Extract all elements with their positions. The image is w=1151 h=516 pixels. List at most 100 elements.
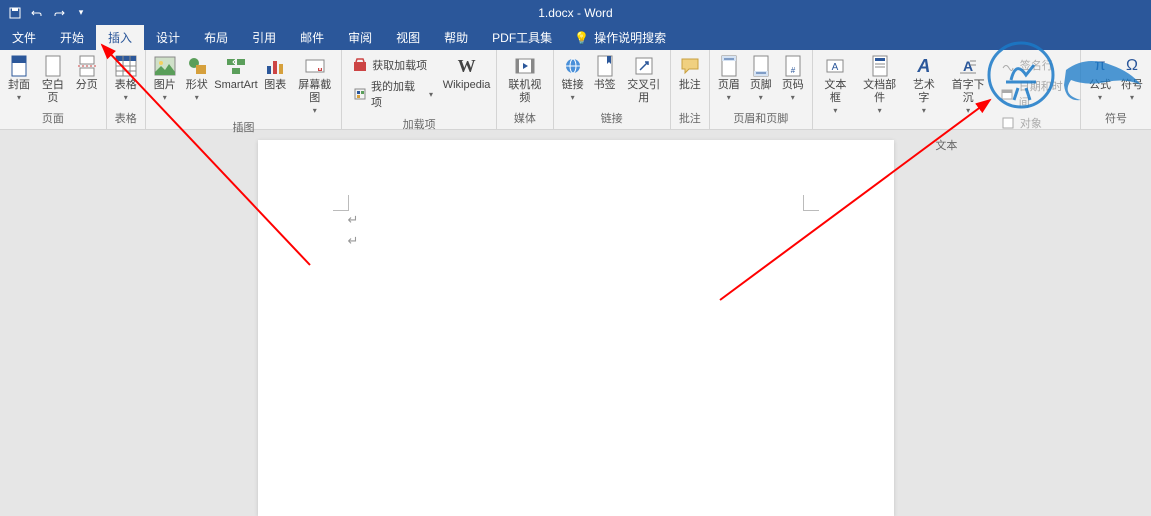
my-addins-button[interactable]: 我的加载项 ▾ — [348, 76, 437, 112]
ribbon-group-illustrations: 图片 ▾ 形状 ▾ SmartArt 图表 — [146, 50, 342, 129]
comment-button[interactable]: 批注 — [675, 53, 705, 108]
save-icon[interactable] — [8, 6, 22, 20]
document-page[interactable]: ↵ ↵ — [258, 140, 894, 516]
tables-group-label: 表格 — [111, 108, 141, 129]
link-button[interactable]: 链接 ▾ — [558, 53, 588, 108]
tab-mailings[interactable]: 邮件 — [288, 25, 336, 50]
pictures-button[interactable]: 图片 ▾ — [150, 53, 180, 117]
bookmark-button[interactable]: 书签 — [590, 53, 620, 108]
datetime-button[interactable]: 日期和时间 — [996, 76, 1074, 112]
pages-group-label: 页面 — [4, 108, 102, 129]
crossref-label: 交叉引用 — [625, 79, 663, 105]
svg-text:A: A — [832, 62, 839, 73]
get-addins-button[interactable]: 获取加载项 — [348, 55, 437, 75]
shapes-button[interactable]: 形状 ▾ — [182, 53, 212, 117]
redo-icon[interactable] — [52, 6, 66, 20]
tab-home[interactable]: 开始 — [48, 25, 96, 50]
tab-review[interactable]: 审阅 — [336, 25, 384, 50]
table-label: 表格 — [115, 79, 137, 92]
crossref-button[interactable]: 交叉引用 — [622, 53, 666, 108]
tab-design[interactable]: 设计 — [144, 25, 192, 50]
chevron-down-icon: ▾ — [833, 106, 837, 115]
header-button[interactable]: 页眉 ▾ — [714, 53, 744, 108]
pagenum-icon: # — [782, 55, 804, 77]
ribbon-group-headerfooter: 页眉 ▾ 页脚 ▾ # 页码 ▾ 页眉和页脚 — [710, 50, 813, 129]
page-break-button[interactable]: 分页 — [72, 53, 102, 108]
table-button[interactable]: 表格 ▾ — [111, 53, 141, 108]
shapes-label: 形状 — [186, 79, 208, 92]
footer-label: 页脚 — [750, 79, 772, 92]
tab-file[interactable]: 文件 — [0, 25, 48, 50]
chart-icon — [264, 55, 286, 77]
store-icon — [352, 57, 368, 73]
illustrations-group-label: 插图 — [150, 117, 337, 138]
tab-layout[interactable]: 布局 — [192, 25, 240, 50]
lightbulb-icon: 💡 — [574, 31, 589, 45]
quickparts-label: 文档部件 — [859, 79, 900, 105]
smartart-button[interactable]: SmartArt — [214, 53, 258, 117]
chart-button[interactable]: 图表 — [260, 53, 290, 117]
undo-icon[interactable] — [30, 6, 44, 20]
pagenum-button[interactable]: # 页码 ▾ — [778, 53, 808, 108]
tab-insert[interactable]: 插入 — [96, 25, 144, 50]
crossref-icon — [633, 55, 655, 77]
signature-icon — [1000, 57, 1016, 73]
pictures-label: 图片 — [154, 79, 176, 92]
tab-references[interactable]: 引用 — [240, 25, 288, 50]
video-icon — [514, 55, 536, 77]
blank-page-button[interactable]: 空白页 — [36, 53, 70, 108]
screenshot-button[interactable]: 屏幕截图 ▾ — [292, 53, 337, 117]
pagenum-label: 页码 — [782, 79, 804, 92]
footer-button[interactable]: 页脚 ▾ — [746, 53, 776, 108]
chevron-down-icon: ▾ — [313, 106, 317, 115]
online-video-button[interactable]: 联机视频 — [501, 53, 548, 108]
signature-label: 签名行 — [1020, 57, 1053, 73]
page-break-label: 分页 — [76, 79, 98, 92]
qat-dropdown-icon[interactable]: ▾ — [74, 6, 88, 20]
symbol-button[interactable]: Ω 符号 ▾ — [1117, 53, 1147, 108]
chevron-down-icon: ▾ — [727, 93, 731, 102]
footer-icon — [750, 55, 772, 77]
chevron-down-icon: ▾ — [922, 106, 926, 115]
chart-label: 图表 — [264, 79, 286, 92]
ribbon-group-text: A 文本框 ▾ 文档部件 ▾ A 艺术字 ▾ A 首字下 — [813, 50, 1081, 129]
wikipedia-button[interactable]: W Wikipedia — [441, 53, 492, 114]
chevron-down-icon: ▾ — [966, 106, 970, 115]
object-label: 对象 — [1020, 115, 1042, 131]
chevron-down-icon: ▾ — [759, 93, 763, 102]
get-addins-label: 获取加载项 — [372, 57, 427, 73]
tell-me-search[interactable]: 💡 操作说明搜索 — [574, 29, 666, 46]
tab-help[interactable]: 帮助 — [432, 25, 480, 50]
page-break-icon — [76, 55, 98, 77]
object-button[interactable]: 对象 — [996, 113, 1074, 133]
link-icon — [562, 55, 584, 77]
chevron-down-icon: ▾ — [195, 93, 199, 102]
equation-icon: π — [1089, 55, 1111, 77]
dropcap-button[interactable]: A 首字下沉 ▾ — [944, 53, 991, 135]
bookmark-icon — [594, 55, 616, 77]
my-addins-label: 我的加载项 — [371, 78, 422, 110]
blank-page-label: 空白页 — [39, 79, 67, 105]
margin-corner-tr — [803, 195, 819, 211]
object-icon — [1000, 115, 1016, 131]
title-bar: ▾ 1.docx - Word — [0, 0, 1151, 25]
ribbon-group-links: 链接 ▾ 书签 交叉引用 链接 — [554, 50, 671, 129]
tell-me-label: 操作说明搜索 — [594, 29, 666, 46]
wordart-button[interactable]: A 艺术字 ▾ — [905, 53, 942, 135]
tab-view[interactable]: 视图 — [384, 25, 432, 50]
comments-group-label: 批注 — [675, 108, 705, 129]
signature-button[interactable]: 签名行 — [996, 55, 1074, 75]
quickparts-button[interactable]: 文档部件 ▾ — [856, 53, 903, 135]
textbox-button[interactable]: A 文本框 ▾ — [817, 53, 854, 135]
equation-button[interactable]: π 公式 ▾ — [1085, 53, 1115, 108]
ribbon-group-symbols: π 公式 ▾ Ω 符号 ▾ 符号 — [1081, 50, 1151, 129]
document-area[interactable]: ↵ ↵ — [0, 130, 1151, 516]
links-group-label: 链接 — [558, 108, 666, 129]
tab-pdftools[interactable]: PDF工具集 — [480, 25, 564, 50]
ribbon: 封面 ▾ 空白页 分页 页面 — [0, 50, 1151, 130]
cover-page-button[interactable]: 封面 ▾ — [4, 53, 34, 108]
wikipedia-label: Wikipedia — [443, 79, 491, 92]
chevron-down-icon: ▾ — [124, 93, 128, 102]
margin-corner-tl — [333, 195, 349, 211]
chevron-down-icon: ▾ — [791, 93, 795, 102]
